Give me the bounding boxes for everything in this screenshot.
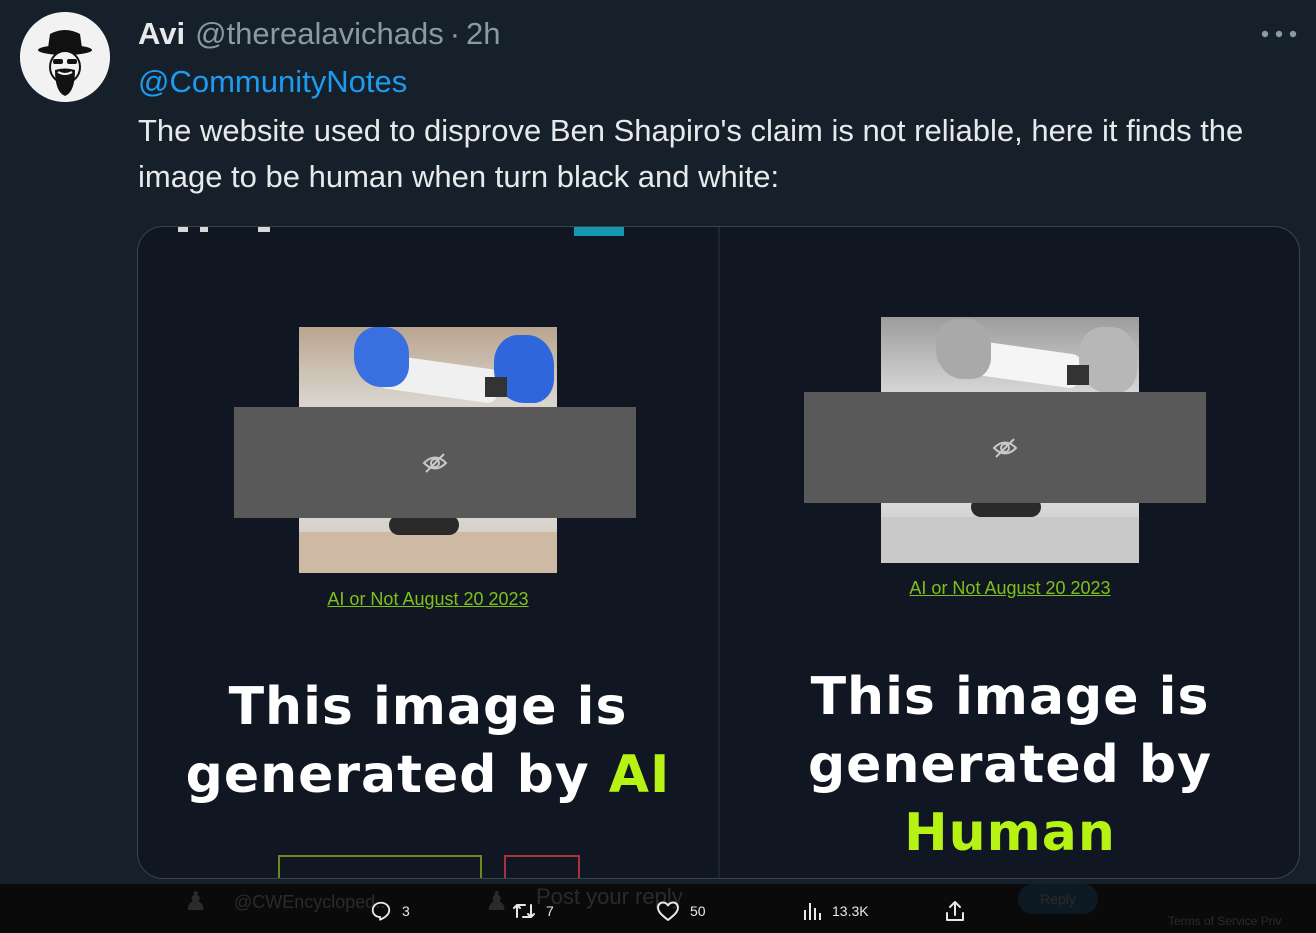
button-fragment (278, 855, 482, 878)
verdict-left-line2: generated by AI (178, 741, 678, 809)
verdict-left-line1: This image is (228, 677, 628, 737)
ellipsis-icon[interactable] (1255, 20, 1303, 48)
verdict-right-line2: generated by (807, 735, 1213, 795)
verdict-right-line1: This image is (810, 667, 1210, 727)
share-icon (946, 901, 964, 921)
verdict-left-accent: AI (608, 745, 671, 805)
display-name[interactable]: Avi (138, 16, 185, 52)
sensitive-content-overlay[interactable] (804, 392, 1206, 503)
reply-icon (371, 901, 391, 921)
decorative-fragment (200, 227, 208, 232)
ghost-handle: @CWEncycloped... (234, 892, 391, 912)
ghost-reply-button: Reply (1018, 884, 1098, 914)
like-button[interactable]: 50 (656, 900, 706, 922)
user-handle[interactable]: @therealavichads (195, 16, 444, 52)
panel-divider (718, 227, 720, 878)
retweet-count: 7 (546, 903, 554, 919)
hidden-eye-icon (992, 437, 1018, 458)
retweet-icon (513, 904, 535, 918)
like-icon (657, 901, 679, 921)
decorative-fragment (178, 227, 188, 232)
tweet-action-bar: ♟ @CWEncycloped... ♟ Post your reply Rep… (0, 884, 1316, 933)
timestamp[interactable]: 2h (466, 16, 500, 52)
separator-dot: · (449, 16, 461, 51)
verdict-right-accent: Human (904, 803, 1116, 863)
tweet-text: The website used to disprove Ben Shapiro… (138, 113, 1244, 194)
reply-count: 3 (402, 903, 410, 919)
share-button[interactable] (944, 900, 966, 922)
sensitive-content-overlay[interactable] (234, 407, 636, 518)
views-button[interactable]: 13.3K (802, 900, 869, 922)
ghost-avatar-icon: ♟ (485, 886, 509, 916)
tweet-media[interactable]: AI or Not August 20 2023 This image is g… (137, 226, 1300, 879)
reply-button[interactable]: 3 (370, 900, 410, 922)
ghost-footer: Terms of Service Priv (1168, 914, 1282, 928)
ghost-avatar-icon: ♟ (184, 886, 208, 916)
decorative-fragment (574, 227, 624, 236)
avatar[interactable] (20, 12, 110, 102)
tweet-header: Avi @therealavichads · 2h (138, 14, 501, 54)
hidden-eye-icon (422, 452, 448, 473)
like-count: 50 (690, 903, 706, 919)
verdict-left: This image is generated by AI (178, 673, 678, 809)
mention-link[interactable]: @CommunityNotes (138, 64, 407, 100)
button-fragment (504, 855, 580, 878)
retweet-button[interactable]: 7 (512, 900, 554, 922)
views-icon (804, 903, 821, 920)
verdict-left-prefix: generated by (185, 745, 609, 805)
avatar-image (20, 12, 110, 102)
verdict-right: This image is generated by Human (760, 663, 1260, 867)
source-link-right[interactable]: AI or Not August 20 2023 (830, 578, 1190, 599)
source-link-left[interactable]: AI or Not August 20 2023 (248, 589, 608, 610)
decorative-fragment (258, 227, 270, 232)
views-count: 13.3K (832, 903, 869, 919)
